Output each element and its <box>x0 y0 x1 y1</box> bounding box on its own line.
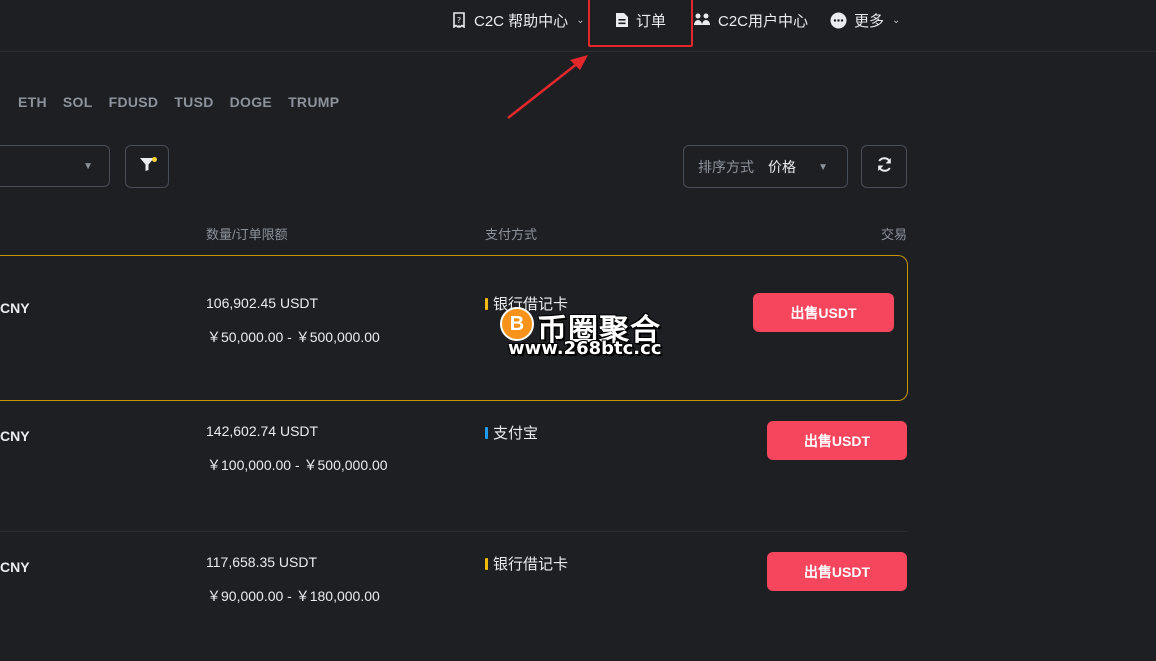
nav-help-center[interactable]: ? C2C 帮助中心 ⌄ <box>451 0 585 40</box>
watermark-url: www.268btc.cc <box>508 338 662 359</box>
caret-down-icon: ▼ <box>818 162 828 173</box>
header-trade: 交易 <box>881 227 908 242</box>
header-quantity: 数量/订单限额 <box>206 227 288 242</box>
table-row: CNY 117,658.35 USDT ￥90,000.00 - ￥180,00… <box>0 532 908 661</box>
sell-usdt-button[interactable]: 出售USDT <box>767 421 907 460</box>
sell-usdt-button[interactable]: 出售USDT <box>753 293 894 332</box>
row-limit: ￥100,000.00 - ￥500,000.00 <box>207 457 388 473</box>
row-fiat: CNY <box>0 559 30 575</box>
row-payment: 银行借记卡 <box>485 553 568 574</box>
coin-tab-fdusd[interactable]: FDUSD <box>109 94 159 110</box>
coin-tabs: ETH SOL FDUSD TUSD DOGE TRUMP <box>18 94 355 110</box>
row-limit: ￥90,000.00 - ￥180,000.00 <box>207 588 380 604</box>
coin-tab-tusd[interactable]: TUSD <box>174 94 213 110</box>
chevron-down-icon: ⌄ <box>892 14 901 26</box>
nav-more-label: 更多 <box>854 12 885 30</box>
watermark-logo: B 币圈聚合 www.268btc.cc <box>500 305 662 361</box>
filter-active-dot <box>152 157 157 162</box>
payment-color-bar <box>485 426 488 439</box>
orders-highlight-box <box>588 0 693 47</box>
refresh-icon <box>876 156 893 178</box>
filter-button[interactable] <box>125 145 169 188</box>
sell-usdt-button[interactable]: 出售USDT <box>767 552 907 591</box>
nav-user-center[interactable]: C2C用户中心 <box>693 0 808 40</box>
sort-value: 价格 <box>768 158 796 175</box>
row-limit: ￥50,000.00 - ￥500,000.00 <box>207 329 380 345</box>
nav-user-center-label: C2C用户中心 <box>718 12 809 30</box>
top-nav: ? C2C 帮助中心 ⌄ 订单 C2C用户中心 更多 ⌄ <box>0 0 1156 52</box>
sort-select[interactable]: 排序方式 价格 ▼ <box>683 145 848 188</box>
row-fiat: CNY <box>0 300 30 316</box>
caret-down-icon: ▼ <box>83 161 93 172</box>
chevron-down-icon: ⌄ <box>576 14 585 26</box>
help-center-icon: ? <box>451 12 467 28</box>
refresh-button[interactable] <box>861 145 907 188</box>
nav-help-center-label: C2C 帮助中心 <box>474 12 569 30</box>
table-row: CNY 106,902.45 USDT ￥50,000.00 - ￥500,00… <box>0 255 908 401</box>
amount-select[interactable]: ▼ <box>0 145 110 187</box>
bitcoin-icon: B <box>500 307 534 341</box>
coin-tab-sol[interactable]: SOL <box>63 94 93 110</box>
svg-text:?: ? <box>457 16 461 25</box>
payment-color-bar <box>485 557 488 570</box>
row-payment-label: 支付宝 <box>493 425 539 442</box>
coin-tab-trump[interactable]: TRUMP <box>288 94 339 110</box>
row-quantity: 117,658.35 USDT <box>206 554 318 570</box>
payment-color-bar <box>485 297 488 310</box>
row-quantity: 142,602.74 USDT <box>206 423 319 439</box>
row-fiat: CNY <box>0 428 30 444</box>
sort-label: 排序方式 <box>698 158 754 175</box>
coin-tab-eth[interactable]: ETH <box>18 94 47 110</box>
row-payment: 支付宝 <box>485 422 538 443</box>
nav-more[interactable]: 更多 ⌄ <box>830 0 900 40</box>
row-quantity: 106,902.45 USDT <box>206 295 319 311</box>
more-icon <box>830 12 847 29</box>
row-payment-label: 银行借记卡 <box>493 556 569 573</box>
table-row: CNY 142,602.74 USDT ￥100,000.00 - ￥500,0… <box>0 402 908 532</box>
users-icon <box>693 12 711 28</box>
header-payment: 支付方式 <box>485 227 538 242</box>
coin-tab-doge[interactable]: DOGE <box>230 94 272 110</box>
